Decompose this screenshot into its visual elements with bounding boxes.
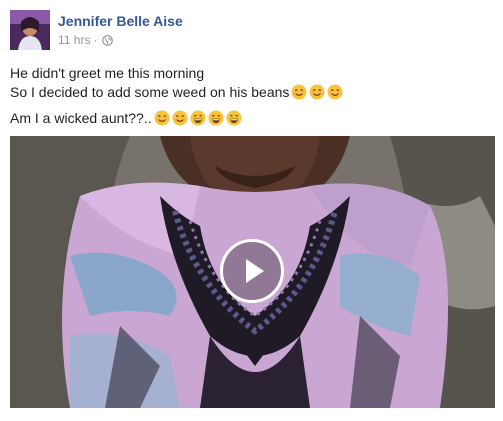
post-text-line-3: Am I a wicked aunt??.. bbox=[10, 109, 242, 127]
smiling-face-icon bbox=[154, 110, 170, 126]
post-line-text: Am I a wicked aunt??.. bbox=[10, 110, 152, 126]
meta-separator: · bbox=[93, 33, 98, 47]
globe-icon[interactable] bbox=[102, 34, 114, 46]
post-line-text: So I decided to add some weed on his bea… bbox=[10, 84, 290, 100]
video-player[interactable] bbox=[10, 136, 495, 408]
post-text-line-1: He didn't greet me this morning bbox=[10, 64, 204, 82]
author-name[interactable]: Jennifer Belle Aise bbox=[58, 13, 183, 29]
grinning-face-icon bbox=[208, 110, 224, 126]
smiling-face-icon bbox=[327, 84, 343, 100]
play-button[interactable] bbox=[220, 239, 284, 303]
play-icon bbox=[246, 259, 264, 283]
smiling-face-icon bbox=[291, 84, 307, 100]
facebook-post-card: Jennifer Belle Aise 11 hrs · He didn't g… bbox=[0, 0, 503, 421]
author-avatar[interactable] bbox=[10, 10, 50, 50]
grinning-face-icon bbox=[226, 110, 242, 126]
smiling-face-icon bbox=[309, 84, 325, 100]
post-text-line-2: So I decided to add some weed on his bea… bbox=[10, 83, 343, 101]
post-meta: 11 hrs · bbox=[58, 33, 114, 47]
grinning-face-icon bbox=[190, 110, 206, 126]
post-line-text: He didn't greet me this morning bbox=[10, 65, 205, 81]
post-timestamp[interactable]: 11 hrs bbox=[58, 33, 90, 47]
smiling-face-icon bbox=[172, 110, 188, 126]
